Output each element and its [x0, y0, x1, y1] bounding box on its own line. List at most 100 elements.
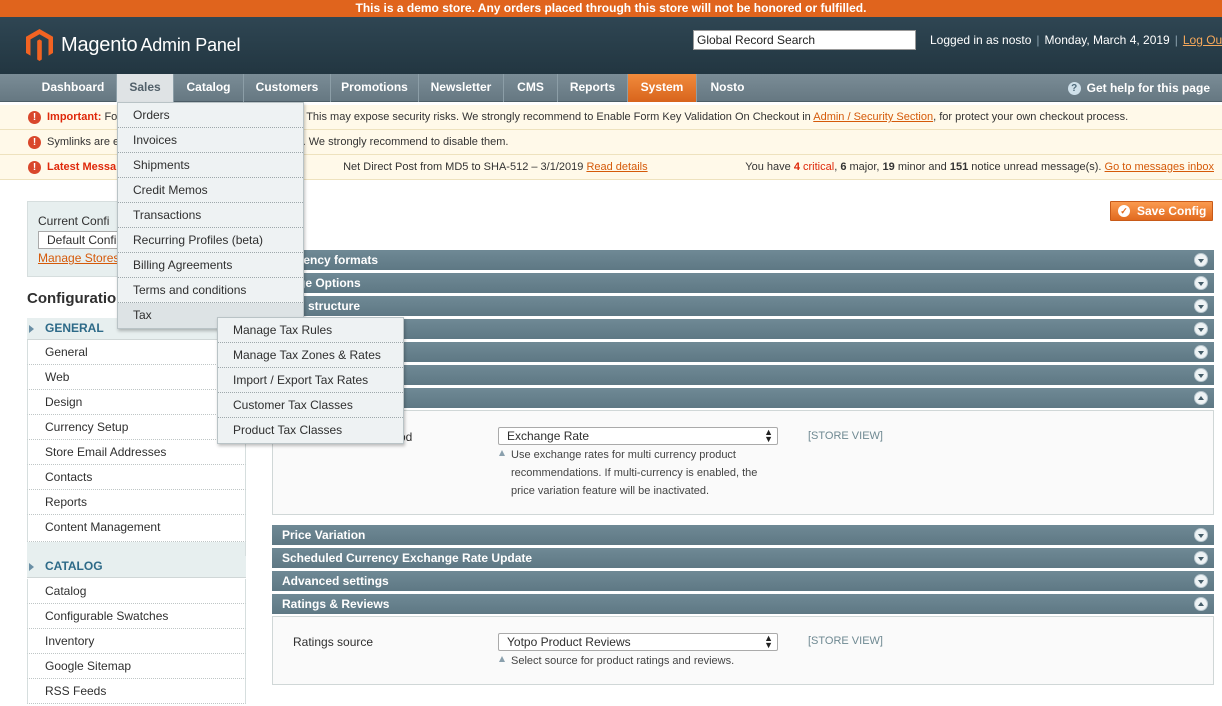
nav-dashboard[interactable]: Dashboard — [30, 74, 117, 102]
error-icon: ! — [28, 111, 41, 124]
config-nav-store-email-addresses[interactable]: Store Email Addresses — [27, 440, 246, 465]
menu-item-shipments[interactable]: Shipments — [118, 153, 303, 178]
help-link-label: Get help for this page — [1086, 80, 1210, 95]
config-nav-design[interactable]: Design — [27, 390, 246, 415]
notice-important-label: Important: — [47, 111, 102, 123]
config-nav-general[interactable]: General — [27, 340, 246, 365]
sales-dropdown-menu: Orders Invoices Shipments Credit Memos T… — [117, 102, 304, 329]
menu-item-billing-agreements[interactable]: Billing Agreements — [118, 253, 303, 278]
section-bar-5[interactable] — [272, 342, 1214, 363]
nav-nosto[interactable]: Nosto — [697, 74, 758, 102]
nav-catalog[interactable]: Catalog — [174, 74, 244, 102]
expand-toggle-icon — [1194, 299, 1208, 313]
expand-toggle-icon — [1194, 253, 1208, 267]
menu-item-credit-memos[interactable]: Credit Memos — [118, 178, 303, 203]
config-nav-reports[interactable]: Reports — [27, 490, 246, 515]
expand-toggle-icon — [1194, 551, 1208, 565]
config-nav-web[interactable]: Web — [27, 365, 246, 390]
store-switcher-label: Current Confi — [38, 214, 110, 228]
collapse-toggle-icon — [1194, 597, 1208, 611]
logout-link[interactable]: Log Out — [1183, 33, 1222, 47]
magento-logo[interactable]: Magento Admin Panel — [26, 28, 240, 62]
expand-toggle-icon — [1194, 574, 1208, 588]
config-nav-catalog[interactable]: Catalog — [27, 579, 246, 604]
ratings-source-label: Ratings source — [293, 635, 374, 649]
menu-item-manage-tax-rules[interactable]: Manage Tax Rules — [218, 318, 403, 343]
menu-item-terms-and-conditions[interactable]: Terms and conditions — [118, 278, 303, 303]
logo-text: Magento — [61, 33, 138, 56]
section-bar-scheduled-currency-exchange-rate-update[interactable]: Scheduled Currency Exchange Rate Update — [272, 548, 1214, 569]
expand-toggle-icon — [1194, 368, 1208, 382]
exchange-rate-select[interactable]: Exchange Rate ▲ ▼ — [498, 427, 778, 445]
section-bar-7-expanded[interactable] — [272, 388, 1214, 409]
collapse-toggle-icon — [1194, 391, 1208, 405]
nav-system[interactable]: System — [628, 74, 697, 102]
section-catalog[interactable]: CATALOG — [27, 556, 246, 578]
go-to-messages-inbox-link[interactable]: Go to messages inbox — [1105, 161, 1214, 173]
read-details-link[interactable]: Read details — [586, 161, 647, 173]
nav-newsletter[interactable]: Newsletter — [419, 74, 504, 102]
nav-promotions[interactable]: Promotions — [331, 74, 419, 102]
select-arrows-icon: ▲ ▼ — [764, 633, 773, 650]
section-bar-structure[interactable]: structure — [272, 296, 1214, 317]
nav-sales[interactable]: Sales — [117, 74, 174, 102]
section-bar-advanced-settings[interactable]: Advanced settings — [272, 571, 1214, 592]
expand-toggle-icon — [1194, 276, 1208, 290]
menu-item-transactions[interactable]: Transactions — [118, 203, 303, 228]
menu-item-recurring-profiles[interactable]: Recurring Profiles (beta) — [118, 228, 303, 253]
global-record-search-input[interactable] — [693, 30, 916, 50]
nav-customers[interactable]: Customers — [244, 74, 331, 102]
select-arrows-icon: ▲ ▼ — [764, 427, 773, 444]
logo-subtitle: Admin Panel — [140, 34, 241, 55]
config-nav-inventory[interactable]: Inventory — [27, 629, 246, 654]
fieldset-ratings: Ratings source Yotpo Product Reviews ▲ ▼ [… — [272, 616, 1214, 685]
help-icon: ? — [1067, 81, 1081, 95]
magento-logo-icon — [26, 29, 53, 61]
nav-reports[interactable]: Reports — [558, 74, 628, 102]
menu-item-orders[interactable]: Orders — [118, 103, 303, 128]
error-icon: ! — [28, 136, 41, 149]
section-bar-ratings-reviews[interactable]: Ratings & Reviews — [272, 594, 1214, 615]
expand-arrow-icon — [29, 563, 34, 571]
note-arrow-icon — [499, 656, 505, 662]
section-bar-price-variation[interactable]: Price Variation — [272, 525, 1214, 546]
tax-submenu: Manage Tax Rules Manage Tax Zones & Rate… — [217, 317, 404, 444]
section-bar-6[interactable] — [272, 365, 1214, 386]
fieldset-currency: od Exchange Rate ▲ ▼ [STORE VIEW] Use exch… — [272, 410, 1214, 515]
config-nav-currency-setup[interactable]: Currency Setup — [27, 415, 246, 440]
scope-label: [STORE VIEW] — [808, 635, 883, 647]
nav-cms[interactable]: CMS — [504, 74, 558, 102]
config-nav-content-management[interactable]: Content Management — [27, 515, 246, 542]
help-link[interactable]: ? Get help for this page — [1067, 74, 1210, 102]
menu-item-manage-tax-zones-rates[interactable]: Manage Tax Zones & Rates — [218, 343, 403, 368]
expand-toggle-icon — [1194, 345, 1208, 359]
config-nav-rss-feeds[interactable]: RSS Feeds — [27, 679, 246, 704]
demo-store-notice: This is a demo store. Any orders placed … — [0, 0, 1222, 17]
header-links: Logged in as nosto | Monday, March 4, 2019… — [930, 33, 1222, 47]
menu-item-customer-tax-classes[interactable]: Customer Tax Classes — [218, 393, 403, 418]
checkmark-icon: ✓ — [1118, 205, 1130, 217]
save-config-button[interactable]: ✓ Save Config — [1110, 201, 1213, 221]
configuration-title: Configuratio — [27, 290, 117, 307]
menu-item-import-export-tax-rates[interactable]: Import / Export Tax Rates — [218, 368, 403, 393]
expand-arrow-icon — [29, 325, 34, 333]
header: MagentoAdmin Panel Logged in as nosto|Mo… — [0, 17, 1222, 74]
logged-in-text: Logged in as nosto — [930, 33, 1032, 47]
ratings-source-select[interactable]: Yotpo Product Reviews ▲ ▼ — [498, 633, 778, 651]
menu-item-invoices[interactable]: Invoices — [118, 128, 303, 153]
menu-item-product-tax-classes[interactable]: Product Tax Classes — [218, 418, 403, 443]
config-nav-contacts[interactable]: Contacts — [27, 465, 246, 490]
scope-label: [STORE VIEW] — [808, 430, 883, 442]
section-bar-4[interactable] — [272, 319, 1214, 340]
section-bar-currency-formats[interactable]: rrency formats — [272, 250, 1214, 271]
manage-stores-link[interactable]: Manage Stores — [38, 251, 119, 265]
admin-security-section-link[interactable]: Admin / Security Section — [813, 111, 933, 123]
config-nav-google-sitemap[interactable]: Google Sitemap — [27, 654, 246, 679]
unread-messages-summary: You have 4 critical, 6 major, 19 minor a… — [745, 161, 1214, 173]
section-bar-page-options[interactable]: ge Options — [272, 273, 1214, 294]
main-nav: Dashboard Sales Catalog Customers Promot… — [0, 74, 1222, 102]
field-note: Use exchange rates for multi currency pr… — [499, 446, 776, 500]
current-date: Monday, March 4, 2019 — [1044, 33, 1170, 47]
note-arrow-icon — [499, 450, 505, 456]
config-nav-configurable-swatches[interactable]: Configurable Swatches — [27, 604, 246, 629]
